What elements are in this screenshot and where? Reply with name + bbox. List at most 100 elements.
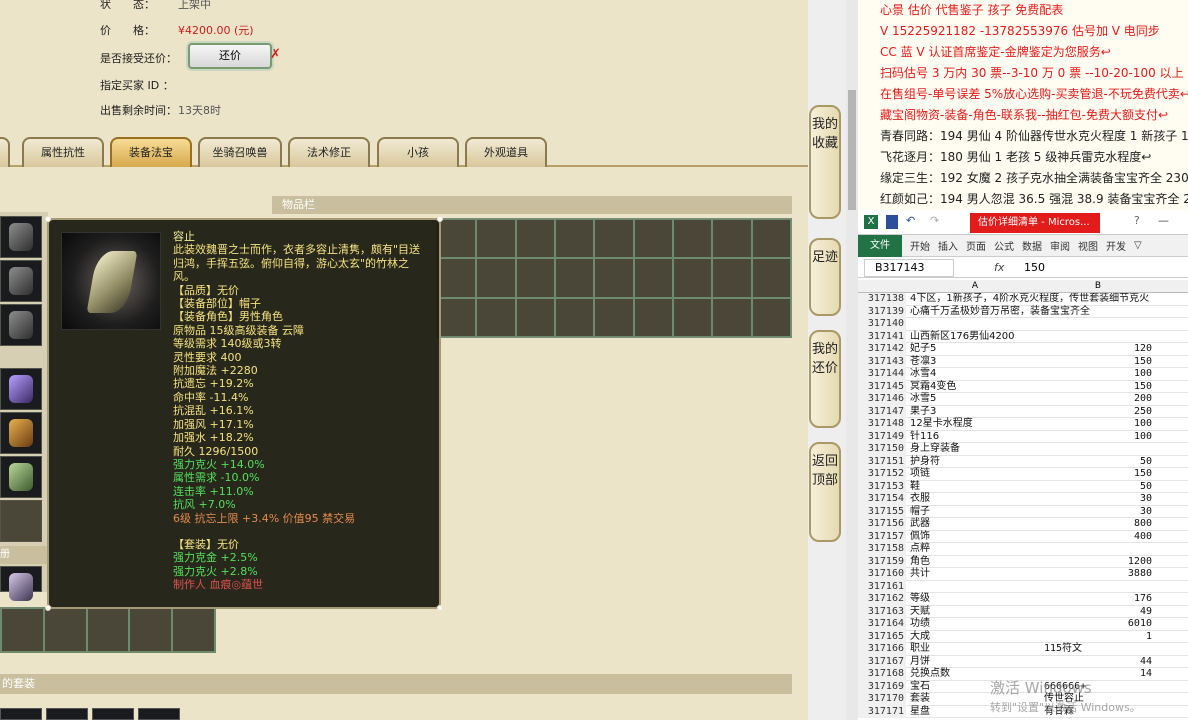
tab-data[interactable]: 数据 <box>1022 238 1042 253</box>
equip-slot[interactable] <box>0 216 42 258</box>
column-a-header[interactable]: A <box>908 280 1042 293</box>
cell-a[interactable]: 帽子 <box>908 506 1042 519</box>
scrollbar-thumb[interactable] <box>848 90 856 210</box>
row-number[interactable]: 317163 <box>858 605 906 618</box>
tab-home[interactable]: 开始 <box>910 238 930 253</box>
inventory-slot[interactable] <box>437 258 477 298</box>
tab-insert[interactable]: 插入 <box>938 238 958 253</box>
cell-b[interactable]: 49 <box>1042 606 1154 619</box>
cell-b[interactable]: 150 <box>1042 468 1154 481</box>
row-number[interactable]: 317148 <box>858 418 906 431</box>
tab-spell-correction[interactable]: 法术修正 <box>288 137 370 167</box>
row-number[interactable]: 317149 <box>858 430 906 443</box>
inventory-slot[interactable] <box>437 219 477 259</box>
cell-a[interactable]: 冰雪4 <box>908 368 1042 381</box>
cell-a[interactable]: 妃子5 <box>908 343 1042 356</box>
tab-developer[interactable]: 开发 <box>1106 238 1126 253</box>
cell-b[interactable]: 176 <box>1042 593 1154 606</box>
row-number[interactable]: 317153 <box>858 480 906 493</box>
cell-a[interactable]: 苍凛3 <box>908 356 1042 369</box>
cell-a[interactable]: 点粹 <box>908 543 1042 556</box>
favorites-button[interactable]: 我的收藏 <box>809 105 841 219</box>
minimize-icon[interactable]: — <box>1158 214 1169 227</box>
inventory-slot[interactable] <box>476 297 516 337</box>
inventory-slot[interactable] <box>751 258 791 298</box>
tab-review[interactable]: 审阅 <box>1050 238 1070 253</box>
inventory-slot[interactable] <box>672 219 713 259</box>
row-number[interactable]: 317152 <box>858 468 906 481</box>
cell-b[interactable]: 250 <box>1042 406 1154 419</box>
inventory-slot[interactable] <box>633 258 673 298</box>
tab-formulas[interactable]: 公式 <box>994 238 1014 253</box>
undo-icon[interactable]: ↶ <box>906 214 915 227</box>
inventory-slot[interactable] <box>594 258 634 298</box>
row-number[interactable]: 317150 <box>858 443 906 456</box>
redo-icon[interactable]: ↷ <box>930 214 939 227</box>
cell-a[interactable]: 12星卡水程度 <box>908 418 1042 431</box>
equip-slot[interactable] <box>0 412 42 454</box>
cell-a[interactable]: 4下区，1新孩子，4阶水克火程度，传世套装细节克火 <box>908 293 1149 306</box>
row-number[interactable]: 317158 <box>858 543 906 556</box>
cell-b[interactable]: 1200 <box>1042 556 1154 569</box>
row-number[interactable]: 317141 <box>858 330 906 343</box>
formula-input[interactable]: 150 <box>1024 258 1045 278</box>
row-number[interactable]: 317161 <box>858 580 906 593</box>
inventory-slot[interactable] <box>712 258 752 298</box>
row-number[interactable]: 317146 <box>858 393 906 406</box>
row-number[interactable]: 317169 <box>858 680 906 693</box>
inventory-slot[interactable] <box>86 608 130 652</box>
cell-b[interactable]: 50 <box>1042 456 1154 469</box>
set-slot[interactable] <box>92 708 134 720</box>
inventory-slot[interactable] <box>515 297 555 337</box>
character-portrait[interactable] <box>0 566 42 601</box>
collapse-ribbon-icon[interactable]: ▽ <box>1134 240 1142 251</box>
cell-b[interactable]: 1 <box>1042 631 1154 644</box>
inventory-slot[interactable] <box>712 297 752 337</box>
inventory-slot[interactable] <box>594 297 634 337</box>
tab-children[interactable]: 小孩 <box>377 137 459 167</box>
row-number[interactable]: 317170 <box>858 693 906 706</box>
row-number[interactable]: 317165 <box>858 630 906 643</box>
set-slot[interactable] <box>138 708 180 720</box>
inventory-slot[interactable] <box>129 608 173 652</box>
row-number[interactable]: 317168 <box>858 668 906 681</box>
tab-edge[interactable] <box>0 137 10 167</box>
fx-icon[interactable]: fx <box>994 258 1004 278</box>
tab-view[interactable]: 视图 <box>1078 238 1098 253</box>
inventory-slot[interactable] <box>554 297 595 337</box>
my-offers-button[interactable]: 我的还价 <box>809 330 841 428</box>
row-number[interactable]: 317142 <box>858 343 906 356</box>
row-number[interactable]: 317164 <box>858 618 906 631</box>
inventory-slot[interactable] <box>437 297 477 337</box>
cell-a[interactable]: 护身符 <box>908 456 1042 469</box>
equip-slot[interactable] <box>0 260 42 302</box>
row-number[interactable]: 317147 <box>858 405 906 418</box>
inventory-slot[interactable] <box>633 219 673 259</box>
cell-b[interactable]: 115符文 <box>1042 643 1154 656</box>
inventory-slot[interactable] <box>554 258 595 298</box>
cell-b[interactable]: 150 <box>1042 356 1154 369</box>
cell-b[interactable]: 30 <box>1042 493 1154 506</box>
row-number[interactable]: 317157 <box>858 530 906 543</box>
cell-b[interactable]: 150 <box>1042 381 1154 394</box>
row-number[interactable]: 317140 <box>858 318 906 331</box>
inventory-slot[interactable] <box>1 608 44 652</box>
cell-a[interactable]: 佩饰 <box>908 531 1042 544</box>
row-number[interactable]: 317167 <box>858 655 906 668</box>
cell-a[interactable]: 共计 <box>908 568 1042 581</box>
row-number[interactable]: 317154 <box>858 493 906 506</box>
row-number[interactable]: 317138 <box>858 293 906 306</box>
cell-b[interactable]: 50 <box>1042 481 1154 494</box>
cell-a[interactable]: 大成 <box>908 631 1042 644</box>
cell-a[interactable]: 项链 <box>908 468 1042 481</box>
cell-b[interactable]: 400 <box>1042 531 1154 544</box>
set-slot[interactable] <box>46 708 88 720</box>
set-slot[interactable] <box>0 708 42 720</box>
column-b-header[interactable]: B <box>1042 280 1154 293</box>
cell-a[interactable]: 武器 <box>908 518 1042 531</box>
row-number[interactable]: 317159 <box>858 555 906 568</box>
inventory-slot[interactable] <box>515 219 555 259</box>
back-to-top-button[interactable]: 返回顶部 <box>809 442 841 542</box>
row-number[interactable]: 317139 <box>858 305 906 318</box>
inventory-slot[interactable] <box>751 297 791 337</box>
